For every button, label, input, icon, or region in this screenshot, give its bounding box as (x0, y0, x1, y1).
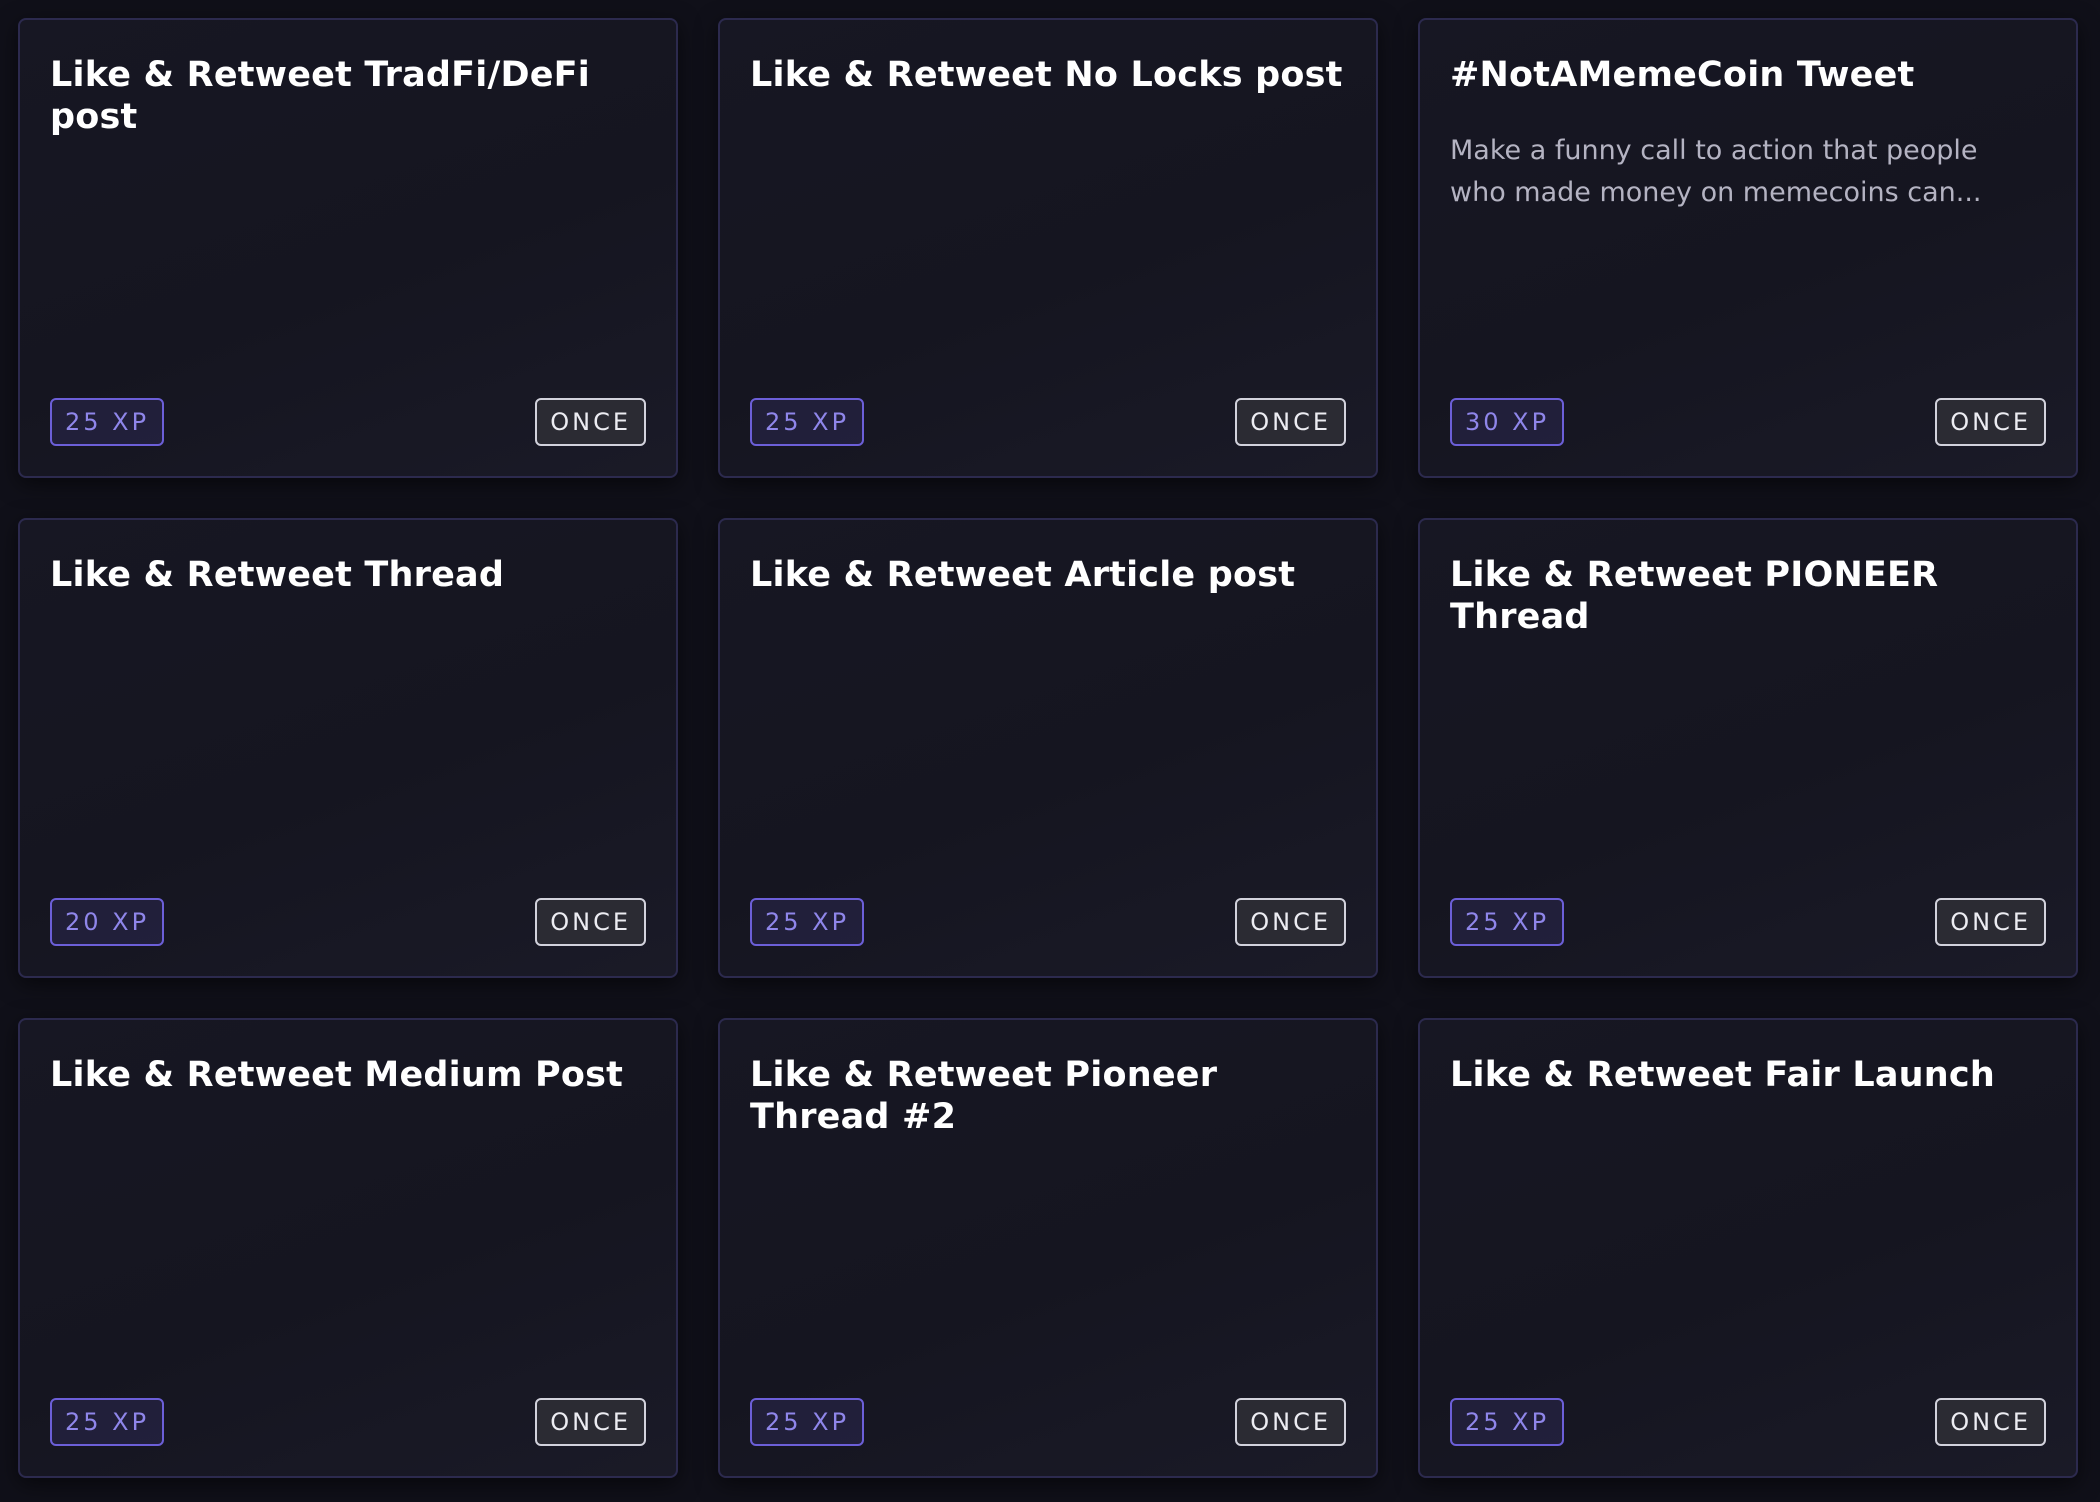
xp-badge: 30 XP (1450, 398, 1565, 446)
quest-grid: Like & Retweet TradFi/DeFi post 25 XP ON… (18, 18, 2078, 1478)
frequency-badge: ONCE (535, 1398, 646, 1446)
xp-badge: 25 XP (750, 398, 865, 446)
frequency-badge: ONCE (535, 398, 646, 446)
quest-title: Like & Retweet Thread (50, 555, 505, 595)
frequency-badge: ONCE (535, 898, 646, 946)
xp-badge: 25 XP (50, 398, 165, 446)
xp-badge: 25 XP (50, 1398, 165, 1446)
quest-card[interactable]: Like & Retweet TradFi/DeFi post 25 XP ON… (18, 18, 678, 478)
quest-card[interactable]: Like & Retweet Medium Post 25 XP ONCE (18, 1018, 678, 1478)
quest-card[interactable]: Like & Retweet Pioneer Thread #2 25 XP O… (718, 1018, 1378, 1478)
xp-badge: 25 XP (750, 1398, 865, 1446)
quest-description: Make a funny call to action that people … (1450, 135, 1982, 208)
frequency-badge: ONCE (1935, 398, 2046, 446)
quest-card[interactable]: Like & Retweet Thread 20 XP ONCE (18, 518, 678, 978)
frequency-badge: ONCE (1235, 398, 1346, 446)
xp-badge: 25 XP (1450, 1398, 1565, 1446)
quest-title: Like & Retweet Article post (750, 555, 1296, 595)
frequency-badge: ONCE (1935, 1398, 2046, 1446)
quest-title: Like & Retweet PIONEER Thread (1450, 555, 1939, 637)
quest-title: Like & Retweet No Locks post (750, 55, 1343, 95)
xp-badge: 25 XP (750, 898, 865, 946)
quest-title: #NotAMemeCoin Tweet (1450, 55, 1915, 95)
frequency-badge: ONCE (1235, 898, 1346, 946)
quest-title: Like & Retweet Fair Launch (1450, 1055, 1995, 1095)
xp-badge: 20 XP (50, 898, 165, 946)
xp-badge: 25 XP (1450, 898, 1565, 946)
frequency-badge: ONCE (1235, 1398, 1346, 1446)
quest-card[interactable]: Like & Retweet Article post 25 XP ONCE (718, 518, 1378, 978)
quest-title: Like & Retweet Medium Post (50, 1055, 624, 1095)
quest-card[interactable]: #NotAMemeCoin Tweet Make a funny call to… (1418, 18, 2078, 478)
quest-title: Like & Retweet Pioneer Thread #2 (750, 1055, 1218, 1137)
quest-card[interactable]: Like & Retweet No Locks post 25 XP ONCE (718, 18, 1378, 478)
quest-card[interactable]: Like & Retweet Fair Launch 25 XP ONCE (1418, 1018, 2078, 1478)
quest-title: Like & Retweet TradFi/DeFi post (50, 55, 590, 137)
quest-card[interactable]: Like & Retweet PIONEER Thread 25 XP ONCE (1418, 518, 2078, 978)
frequency-badge: ONCE (1935, 898, 2046, 946)
